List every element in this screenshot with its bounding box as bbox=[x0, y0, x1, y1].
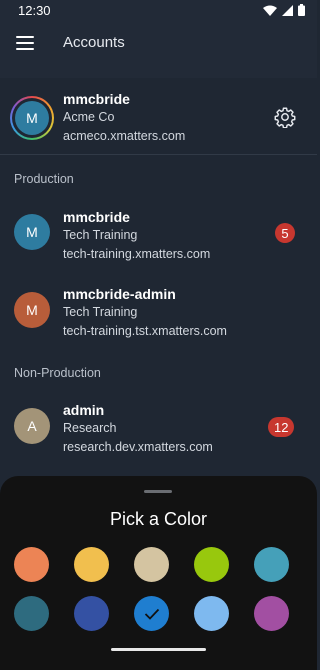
battery-icon bbox=[298, 4, 305, 16]
color-swatch-6[interactable] bbox=[74, 596, 109, 631]
menu-icon[interactable] bbox=[16, 36, 34, 50]
color-swatch-3[interactable] bbox=[194, 547, 229, 582]
account-name: admin bbox=[63, 402, 105, 418]
gesture-nav-bar[interactable] bbox=[111, 648, 206, 651]
account-company: Research bbox=[63, 421, 117, 435]
account-host: research.dev.xmatters.com bbox=[63, 440, 213, 454]
color-picker-sheet: Pick a Color bbox=[0, 476, 317, 670]
signal-icon bbox=[282, 4, 293, 16]
app-bar: Accounts bbox=[0, 20, 317, 78]
list-item[interactable]: M mmcbride-admin Tech Training tech-trai… bbox=[0, 274, 317, 344]
check-icon bbox=[144, 608, 159, 620]
section-header-production: Production bbox=[14, 172, 74, 186]
avatar: M bbox=[15, 101, 49, 135]
list-item[interactable]: M mmcbride Tech Training tech-training.x… bbox=[0, 196, 317, 266]
color-swatch-1[interactable] bbox=[74, 547, 109, 582]
page-title: Accounts bbox=[63, 34, 125, 51]
account-name: mmcbride-admin bbox=[63, 286, 176, 302]
account-host: acmeco.xmatters.com bbox=[63, 129, 186, 143]
notification-badge: 5 bbox=[275, 223, 295, 243]
section-header-non-production: Non-Production bbox=[14, 366, 101, 380]
current-account[interactable]: M mmcbride Acme Co acmeco.xmatters.com bbox=[0, 78, 317, 155]
color-swatch-7[interactable] bbox=[134, 596, 169, 631]
gear-icon[interactable] bbox=[274, 106, 296, 128]
drag-handle[interactable] bbox=[144, 490, 172, 493]
color-swatch-5[interactable] bbox=[14, 596, 49, 631]
wifi-icon bbox=[263, 5, 277, 16]
account-company: Acme Co bbox=[63, 110, 115, 124]
account-name: mmcbride bbox=[63, 91, 130, 107]
sheet-title: Pick a Color bbox=[109, 509, 208, 529]
account-host: tech-training.xmatters.com bbox=[63, 247, 211, 261]
avatar: M bbox=[14, 214, 50, 250]
account-host: tech-training.tst.xmatters.com bbox=[63, 324, 227, 338]
avatar: A bbox=[14, 408, 50, 444]
notification-badge: 12 bbox=[268, 417, 295, 437]
color-swatch-2[interactable] bbox=[134, 547, 169, 582]
avatar: M bbox=[14, 292, 50, 328]
account-name: mmcbride bbox=[63, 209, 130, 225]
color-swatch-9[interactable] bbox=[254, 596, 289, 631]
status-time: 12:30 bbox=[18, 2, 51, 18]
account-company: Tech Training bbox=[63, 305, 138, 319]
color-swatch-8[interactable] bbox=[194, 596, 229, 631]
color-swatch-0[interactable] bbox=[14, 547, 49, 582]
account-company: Tech Training bbox=[63, 228, 138, 242]
list-item[interactable]: A admin Research research.dev.xmatters.c… bbox=[0, 390, 317, 460]
color-swatch-4[interactable] bbox=[254, 547, 289, 582]
status-bar: 12:30 bbox=[0, 0, 317, 20]
avatar-ring: M bbox=[10, 96, 54, 140]
